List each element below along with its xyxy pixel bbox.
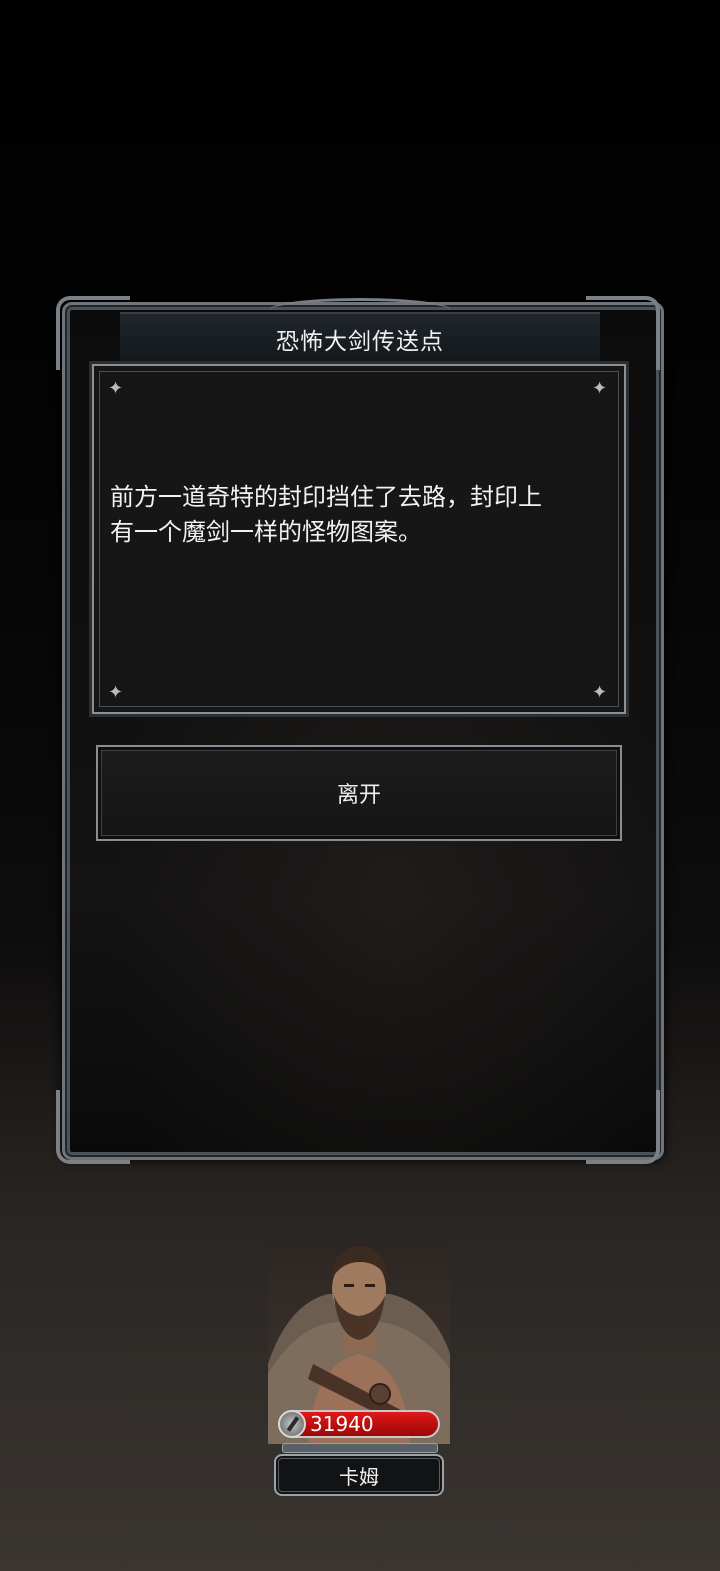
story-line: 前方一道奇特的封印挡住了去路，封印上 [110, 483, 542, 511]
sparkle-icon: ✦ [108, 682, 124, 703]
hp-value: 31940 [310, 1412, 374, 1436]
frame-corner-ornament [586, 1090, 660, 1164]
title-crest-ornament [270, 298, 450, 321]
hero-card[interactable]: 31940 卡姆 [268, 1244, 450, 1498]
sword-emblem-icon [278, 1410, 306, 1438]
leave-button-label: 离开 [336, 783, 381, 808]
hp-bar: 31940 [278, 1410, 440, 1438]
leave-button[interactable]: 离开 [96, 745, 622, 841]
xp-bar [282, 1443, 438, 1453]
story-text: 前方一道奇特的封印挡住了去路，封印上 有一个魔剑一样的怪物图案。 [110, 480, 610, 550]
sparkle-icon: ✦ [592, 682, 608, 703]
frame-corner-ornament [56, 296, 130, 370]
frame-corner-ornament [56, 1090, 130, 1164]
dialog-title: 恐怖大剑传送点 [276, 329, 444, 355]
hero-name: 卡姆 [339, 1464, 379, 1489]
hero-name-plate: 卡姆 [274, 1454, 444, 1496]
story-line: 有一个魔剑一样的怪物图案。 [110, 518, 422, 546]
sparkle-icon: ✦ [592, 378, 608, 399]
sparkle-icon: ✦ [108, 378, 124, 399]
